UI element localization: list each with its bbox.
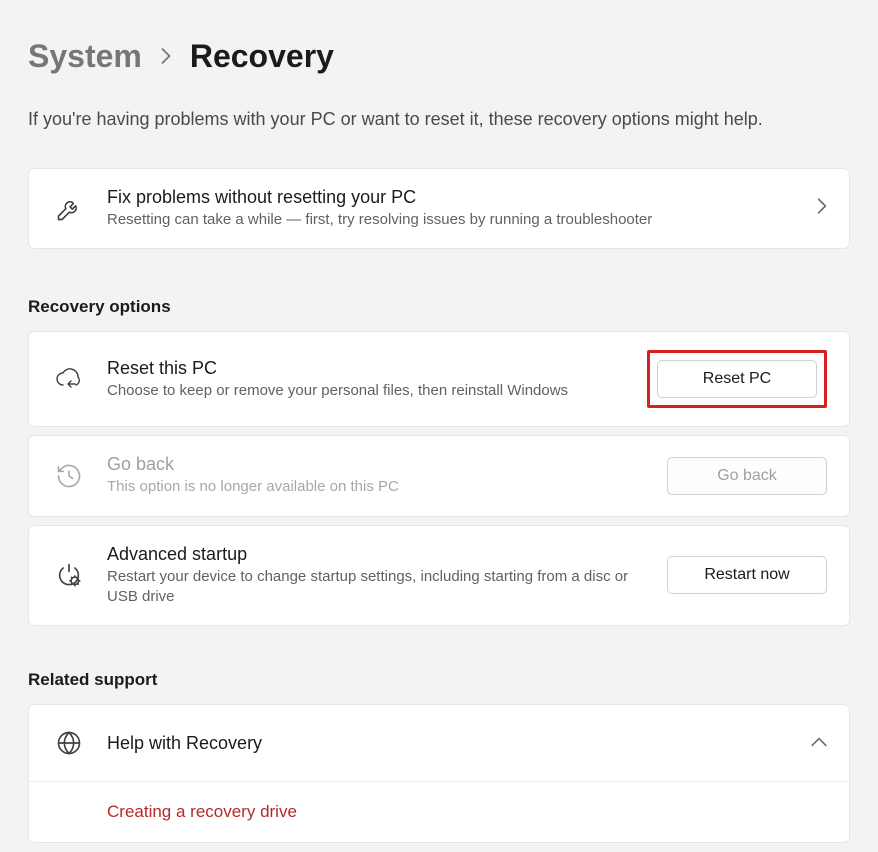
chevron-right-icon bbox=[160, 47, 172, 70]
reset-pc-desc: Choose to keep or remove your personal f… bbox=[107, 381, 627, 401]
power-gear-icon bbox=[51, 561, 87, 589]
reset-pc-button[interactable]: Reset PC bbox=[657, 360, 817, 398]
fix-problems-card[interactable]: Fix problems without resetting your PC R… bbox=[28, 168, 850, 249]
wrench-icon bbox=[51, 195, 87, 223]
go-back-desc: This option is no longer available on th… bbox=[107, 477, 647, 497]
section-related-support: Related support bbox=[28, 670, 850, 690]
go-back-button: Go back bbox=[667, 457, 827, 495]
globe-help-icon bbox=[51, 729, 87, 757]
help-recovery-title: Help with Recovery bbox=[107, 733, 791, 754]
history-icon bbox=[51, 462, 87, 490]
go-back-card: Go back This option is no longer availab… bbox=[28, 435, 850, 516]
page-subtitle: If you're having problems with your PC o… bbox=[28, 109, 850, 130]
advanced-startup-title: Advanced startup bbox=[107, 544, 647, 565]
advanced-startup-card: Advanced startup Restart your device to … bbox=[28, 525, 850, 627]
breadcrumb-parent[interactable]: System bbox=[28, 38, 142, 75]
help-recovery-header[interactable]: Help with Recovery bbox=[29, 705, 849, 782]
advanced-startup-desc: Restart your device to change startup se… bbox=[107, 567, 647, 608]
go-back-title: Go back bbox=[107, 454, 647, 475]
recovery-drive-link[interactable]: Creating a recovery drive bbox=[107, 802, 297, 821]
fix-problems-desc: Resetting can take a while — first, try … bbox=[107, 210, 797, 230]
highlight-annotation: Reset PC bbox=[647, 350, 827, 408]
section-recovery-options: Recovery options bbox=[28, 297, 850, 317]
reset-pc-title: Reset this PC bbox=[107, 358, 627, 379]
breadcrumb: System Recovery bbox=[28, 38, 850, 75]
chevron-right-icon bbox=[817, 198, 827, 219]
cloud-reset-icon bbox=[51, 366, 87, 392]
fix-problems-title: Fix problems without resetting your PC bbox=[107, 187, 797, 208]
help-recovery-expander: Help with Recovery Creating a recovery d… bbox=[28, 704, 850, 843]
breadcrumb-current: Recovery bbox=[190, 38, 334, 75]
reset-pc-card: Reset this PC Choose to keep or remove y… bbox=[28, 331, 850, 427]
chevron-up-icon bbox=[811, 734, 827, 752]
restart-now-button[interactable]: Restart now bbox=[667, 556, 827, 594]
